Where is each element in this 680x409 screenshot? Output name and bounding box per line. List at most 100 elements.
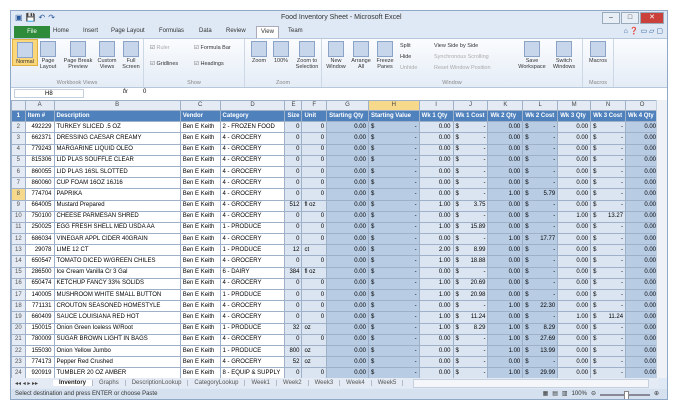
- synchronous-scrolling-button[interactable]: Synchronous Scrolling: [434, 54, 489, 60]
- sheet-tab-inventory[interactable]: Inventory: [53, 380, 94, 386]
- cell[interactable]: KETCHUP FANCY 33% SOLIDS: [53, 277, 181, 291]
- cell[interactable]: 4 - GROCERY: [219, 300, 286, 313]
- cell[interactable]: 1.00: [557, 311, 592, 324]
- cell[interactable]: $ -: [590, 322, 627, 335]
- cell[interactable]: 0.00: [487, 221, 524, 235]
- cell[interactable]: Ben E Keith: [179, 244, 221, 257]
- macros-button[interactable]: Macros: [586, 39, 610, 64]
- cell[interactable]: 0: [284, 221, 303, 235]
- cell[interactable]: 0: [284, 288, 303, 302]
- cell[interactable]: 4 - GROCERY: [219, 311, 286, 324]
- row-header[interactable]: 19: [11, 311, 26, 324]
- sheet-tab-descriptionlookup[interactable]: DescriptionLookup: [126, 380, 189, 386]
- cell[interactable]: 0.00: [625, 177, 659, 190]
- cell[interactable]: $ -: [522, 266, 559, 279]
- cell[interactable]: 0: [301, 143, 328, 156]
- cell[interactable]: 0.00: [418, 154, 454, 167]
- column-title[interactable]: Wk 2 Cost: [522, 109, 559, 123]
- sheet-tab-categorylookup[interactable]: CategoryLookup: [188, 380, 246, 386]
- cell[interactable]: 860060: [24, 177, 55, 190]
- cell[interactable]: 0.00: [625, 199, 659, 212]
- headings-checkbox[interactable]: Headings: [194, 61, 223, 67]
- column-title[interactable]: Wk 1 Qty: [418, 109, 454, 123]
- gridlines-checkbox[interactable]: Gridlines: [150, 61, 178, 67]
- close-button[interactable]: ✕: [640, 12, 664, 24]
- cell[interactable]: Onion Green Iceless W/Root: [53, 322, 181, 335]
- cell[interactable]: $ -: [522, 255, 559, 268]
- tab-review[interactable]: Review: [226, 28, 246, 34]
- cell[interactable]: 1.00: [487, 344, 524, 358]
- cell[interactable]: 1.00: [557, 210, 592, 223]
- cell[interactable]: 1 - PRODUCE: [219, 322, 286, 335]
- cell[interactable]: $ -: [452, 121, 489, 134]
- cell[interactable]: 0: [301, 255, 328, 268]
- cell[interactable]: $ -: [367, 188, 420, 201]
- cell[interactable]: 0: [284, 188, 303, 201]
- tab-data[interactable]: Data: [199, 28, 212, 34]
- zoom-in-button[interactable]: ⊕: [654, 389, 659, 399]
- zoom-100-button[interactable]: 100%: [269, 39, 293, 64]
- cell[interactable]: 0.00: [326, 244, 369, 257]
- cell[interactable]: 4 - GROCERY: [219, 356, 286, 369]
- column-header-b[interactable]: B: [53, 100, 181, 111]
- maximize-button[interactable]: □: [621, 12, 639, 24]
- cell[interactable]: 0.00: [557, 165, 592, 179]
- cell[interactable]: 0: [301, 221, 328, 235]
- cell[interactable]: $ -: [590, 165, 627, 179]
- cell[interactable]: TUMBLER 20 OZ AMBER: [53, 367, 181, 378]
- cell[interactable]: 650474: [24, 277, 55, 291]
- cell[interactable]: 650547: [24, 255, 55, 268]
- cell[interactable]: $ -: [367, 221, 420, 235]
- cell[interactable]: $ -: [590, 344, 627, 358]
- column-title[interactable]: Starting Value: [367, 109, 420, 123]
- cell[interactable]: Mustard Prepared: [53, 199, 181, 212]
- cell[interactable]: 0.00: [557, 244, 592, 257]
- column-header-c[interactable]: C: [179, 100, 221, 111]
- cell[interactable]: $ -: [590, 121, 627, 134]
- cell[interactable]: $ -: [452, 333, 489, 346]
- column-title[interactable]: Vendor: [179, 109, 221, 123]
- cell[interactable]: 0.00: [326, 333, 369, 346]
- cell[interactable]: $ -: [452, 266, 489, 279]
- page-layout-icon[interactable]: ▤: [552, 389, 558, 399]
- cell[interactable]: LID PLAS 16SL SLOTTED: [53, 165, 181, 179]
- cell[interactable]: 0.00: [557, 154, 592, 167]
- cell[interactable]: 0.00: [326, 255, 369, 268]
- cell[interactable]: 0.00: [625, 188, 659, 201]
- unhide-button[interactable]: Unhide: [400, 65, 417, 71]
- cell[interactable]: 1.00: [418, 221, 454, 235]
- cell[interactable]: 660409: [24, 311, 55, 324]
- cell[interactable]: 0.00: [625, 244, 659, 257]
- view-side-by-side-button[interactable]: View Side by Side: [434, 43, 478, 49]
- cell[interactable]: 0.00: [557, 322, 592, 335]
- cell[interactable]: 0.00: [557, 188, 592, 201]
- cell[interactable]: 0.00: [326, 322, 369, 335]
- row-header[interactable]: 24: [11, 367, 26, 378]
- cell[interactable]: $15.89: [452, 221, 489, 235]
- cell[interactable]: 0.00: [418, 367, 454, 378]
- cell[interactable]: 0.00: [326, 177, 369, 190]
- cell[interactable]: 0.00: [418, 300, 454, 313]
- cell[interactable]: 0.00: [487, 154, 524, 167]
- cell[interactable]: $ -: [367, 132, 420, 145]
- cell[interactable]: $ -: [522, 356, 559, 369]
- tab-team[interactable]: Team: [288, 28, 303, 34]
- cell[interactable]: $ -: [452, 367, 489, 378]
- cell[interactable]: 0.00: [326, 221, 369, 235]
- redo-icon[interactable]: ↷: [48, 13, 55, 22]
- cell[interactable]: 0.00: [557, 344, 592, 358]
- cell[interactable]: $ -: [522, 277, 559, 291]
- cell[interactable]: 0.00: [625, 210, 659, 223]
- cell[interactable]: $ -: [522, 288, 559, 302]
- cell[interactable]: $11.24: [590, 311, 627, 324]
- page-layout-view-button[interactable]: Page Layout: [36, 39, 60, 70]
- column-title[interactable]: Unit: [301, 109, 328, 123]
- cell[interactable]: 0: [284, 300, 303, 313]
- cell[interactable]: 0.00: [487, 288, 524, 302]
- cell[interactable]: $ -: [522, 132, 559, 145]
- cell[interactable]: 0.00: [557, 132, 592, 145]
- cell[interactable]: Ben E Keith: [179, 132, 221, 145]
- cell[interactable]: 771131: [24, 300, 55, 313]
- cell[interactable]: 1.00: [418, 322, 454, 335]
- cell[interactable]: 0.00: [625, 221, 659, 235]
